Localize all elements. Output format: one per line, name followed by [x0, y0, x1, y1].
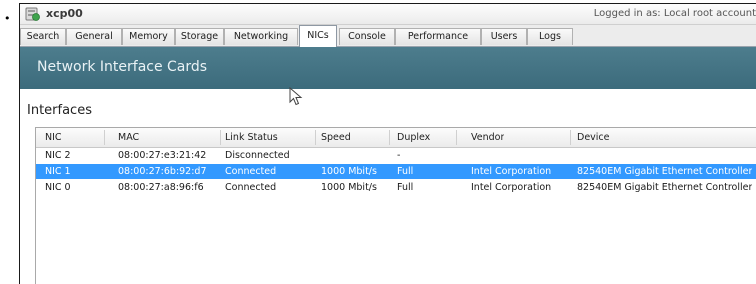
tab-logs[interactable]: Logs: [527, 28, 573, 45]
tab-performance[interactable]: Performance: [395, 28, 481, 45]
column-header-link-status[interactable]: Link Status: [225, 132, 278, 143]
cell-mac: 08:00:27:a8:96:f6: [118, 182, 204, 193]
cell-nic: NIC 1: [45, 166, 71, 177]
cell-duplex: -: [397, 150, 401, 161]
tab-console[interactable]: Console: [339, 28, 395, 45]
logged-in-label: Logged in as: Local root account: [593, 8, 756, 19]
tab-bar: Search General Memory Storage Networking…: [20, 25, 756, 47]
list-bullet: •: [4, 12, 11, 25]
cell-nic: NIC 0: [45, 182, 71, 193]
xencenter-window: xcp00 Logged in as: Local root account S…: [19, 3, 756, 284]
interfaces-table[interactable]: NIC MAC Link Status Speed Duplex Vendor …: [35, 127, 756, 284]
title-bar: xcp00 Logged in as: Local root account: [20, 4, 756, 25]
page-banner: Network Interface Cards: [20, 47, 756, 89]
host-name: xcp00: [46, 7, 83, 20]
cell-speed: 1000 Mbit/s: [321, 166, 377, 177]
page-title: Network Interface Cards: [37, 59, 208, 75]
tab-users[interactable]: Users: [481, 28, 527, 45]
tab-nics[interactable]: NICs: [299, 25, 337, 47]
tab-memory[interactable]: Memory: [122, 28, 175, 45]
cell-duplex: Full: [397, 166, 414, 177]
interfaces-heading: Interfaces: [27, 103, 92, 118]
cell-mac: 08:00:27:e3:21:42: [118, 150, 207, 161]
column-header-speed[interactable]: Speed: [321, 132, 351, 143]
column-header-vendor[interactable]: Vendor: [471, 132, 504, 143]
server-icon: [25, 7, 40, 21]
cell-speed: 1000 Mbit/s: [321, 182, 377, 193]
cell-device: 82540EM Gigabit Ethernet Controller: [577, 182, 753, 193]
table-row[interactable]: NIC 0 08:00:27:a8:96:f6 Connected 1000 M…: [36, 180, 756, 195]
cell-duplex: Full: [397, 182, 414, 193]
tab-general[interactable]: General: [66, 28, 122, 45]
column-header-duplex[interactable]: Duplex: [397, 132, 430, 143]
column-header-nic[interactable]: NIC: [45, 132, 62, 143]
cell-vendor: Intel Corporation: [471, 166, 552, 177]
cell-device: 82540EM Gigabit Ethernet Controller: [577, 166, 753, 177]
tab-storage[interactable]: Storage: [175, 28, 224, 45]
nics-panel: Interfaces NIC MAC Link Status Speed Dup…: [20, 89, 756, 284]
table-row[interactable]: NIC 2 08:00:27:e3:21:42 Disconnected -: [36, 148, 756, 163]
cell-link-status: Disconnected: [225, 150, 290, 161]
tab-networking[interactable]: Networking: [224, 28, 298, 45]
tab-search[interactable]: Search: [20, 28, 66, 45]
cell-nic: NIC 2: [45, 150, 71, 161]
mouse-pointer-icon: [289, 87, 303, 106]
table-row-selected[interactable]: NIC 1 08:00:27:6b:92:d7 Connected 1000 M…: [36, 164, 756, 179]
cell-vendor: Intel Corporation: [471, 182, 552, 193]
table-header: NIC MAC Link Status Speed Duplex Vendor …: [36, 128, 756, 148]
cell-link-status: Connected: [225, 182, 277, 193]
cell-link-status: Connected: [225, 166, 277, 177]
column-header-device[interactable]: Device: [577, 132, 610, 143]
column-header-mac[interactable]: MAC: [118, 132, 139, 143]
cell-mac: 08:00:27:6b:92:d7: [118, 166, 207, 177]
